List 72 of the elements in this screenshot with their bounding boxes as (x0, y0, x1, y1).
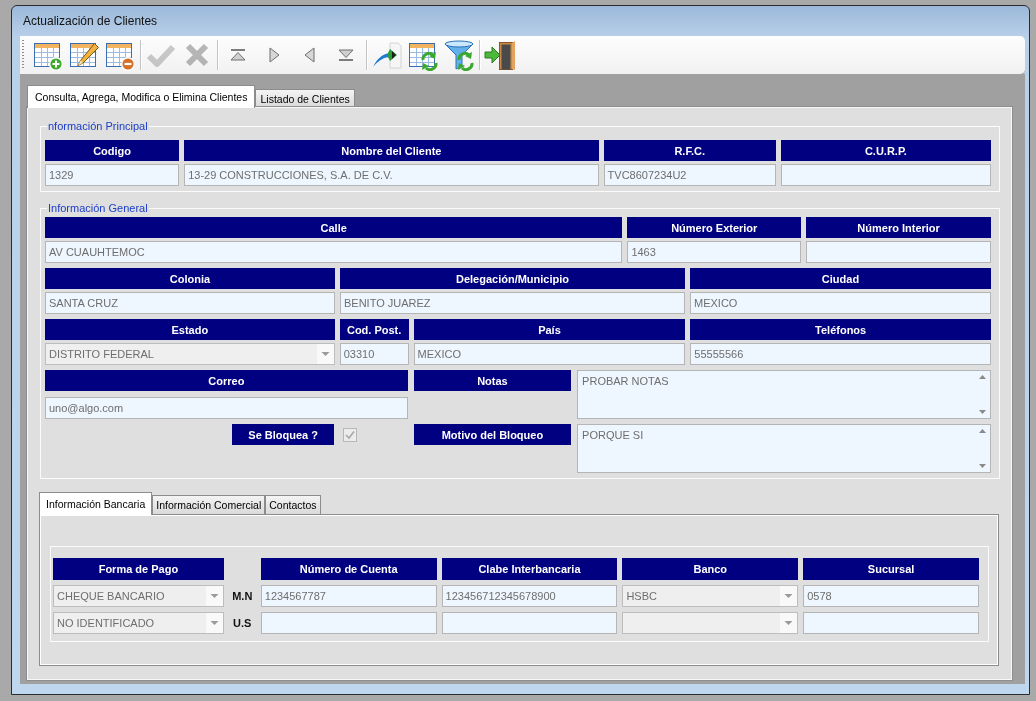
field-label: Banco (622, 558, 799, 580)
scroll-down-icon[interactable] (979, 464, 986, 468)
text-field[interactable]: SANTA CRUZ (45, 292, 335, 314)
tab[interactable]: Información Comercial (152, 495, 266, 514)
text-field[interactable]: BENITO JUAREZ (340, 292, 685, 314)
field-label: Ciudad (690, 268, 991, 289)
scroll-down-icon[interactable] (979, 410, 986, 414)
text-field[interactable]: 1234567787 (260, 585, 437, 607)
text-field[interactable] (803, 612, 979, 634)
currency-label: M.N (232, 590, 253, 602)
field-label: Sucursal (803, 558, 979, 580)
dropdown[interactable]: HSBC (622, 585, 799, 607)
text-field[interactable] (441, 612, 618, 634)
field-label: Correo (45, 370, 408, 391)
field-label: R.F.C. (603, 140, 776, 161)
group-title: Información General (47, 201, 149, 215)
text-field[interactable]: MEXICO (413, 343, 686, 365)
window-title: Actualización de Clientes (22, 13, 158, 30)
field-label: País (413, 319, 686, 340)
text-field[interactable]: 55555566 (690, 343, 991, 365)
text-field[interactable] (260, 612, 437, 634)
caret-icon[interactable] (316, 344, 334, 364)
text-field[interactable]: AV CUAUHTEMOC (45, 241, 623, 263)
text-field[interactable]: uno@algo.com (45, 397, 408, 419)
field-label: Número Exterior (627, 217, 802, 238)
dropdown[interactable]: NO IDENTIFICADO (53, 612, 224, 634)
field-label: Estado (45, 319, 335, 340)
tab[interactable]: Contactos (265, 495, 321, 514)
field-label: Número de Cuenta (260, 558, 437, 580)
tab[interactable]: Información Bancaria (39, 492, 153, 515)
door-arrow-icon (484, 39, 516, 71)
text-field[interactable]: 0578 (803, 585, 979, 607)
funnel-refresh-icon (443, 39, 475, 71)
scroll-up-icon[interactable] (979, 375, 986, 379)
text-field[interactable]: 1463 (627, 241, 802, 263)
dropdown[interactable]: CHEQUE BANCARIO (53, 585, 224, 607)
field-label: C.U.R.P. (780, 140, 991, 161)
field-label: Codigo (45, 140, 180, 161)
tab[interactable]: Consulta, Agrega, Modifica o Elimina Clientes (27, 85, 256, 108)
field-label: Motivo del Bloqueo (413, 424, 572, 445)
text-field[interactable]: 123456712345678900 (441, 585, 618, 607)
dropdown[interactable] (622, 612, 799, 634)
filter-button[interactable] (441, 37, 477, 73)
text-field[interactable]: TVC8607234U2 (603, 164, 776, 186)
text-field[interactable] (780, 164, 991, 186)
caret-icon[interactable] (780, 613, 798, 633)
field-label: Número Interior (806, 217, 991, 238)
scroll-up-icon[interactable] (979, 429, 986, 433)
tab[interactable]: Listado de Clientes (255, 89, 355, 107)
text-area[interactable]: PROBAR NOTAS (577, 370, 991, 419)
caret-icon[interactable] (205, 586, 223, 606)
field-label: Delegación/Municipio (340, 268, 685, 289)
field-label: Nombre del Cliente (184, 140, 599, 161)
text-field[interactable]: MEXICO (690, 292, 991, 314)
dropdown[interactable]: DISTRITO FEDERAL (45, 343, 335, 365)
field-label: Clabe Interbancaria (441, 558, 618, 580)
text-field[interactable]: 03310 (339, 343, 409, 365)
group-title: nformación Principal (47, 119, 149, 133)
text-area[interactable]: PORQUE SI (577, 424, 991, 473)
text-field[interactable] (806, 241, 991, 263)
field-label: Notas (413, 370, 572, 391)
field-label: Colonia (45, 268, 335, 289)
currency-label: U.S (233, 617, 252, 629)
text-field[interactable]: 13-29 CONSTRUCCIONES, S.A. DE C.V. (184, 164, 599, 186)
caret-icon[interactable] (780, 586, 798, 606)
field-label: Cod. Post. (339, 319, 409, 340)
caret-icon[interactable] (205, 613, 223, 633)
field-label: Teléfonos (690, 319, 991, 340)
field-label: Calle (45, 217, 623, 238)
text-field[interactable]: 1329 (45, 164, 180, 186)
field-label: Forma de Pago (53, 558, 224, 580)
field-label: Se Bloquea ? (232, 424, 334, 445)
